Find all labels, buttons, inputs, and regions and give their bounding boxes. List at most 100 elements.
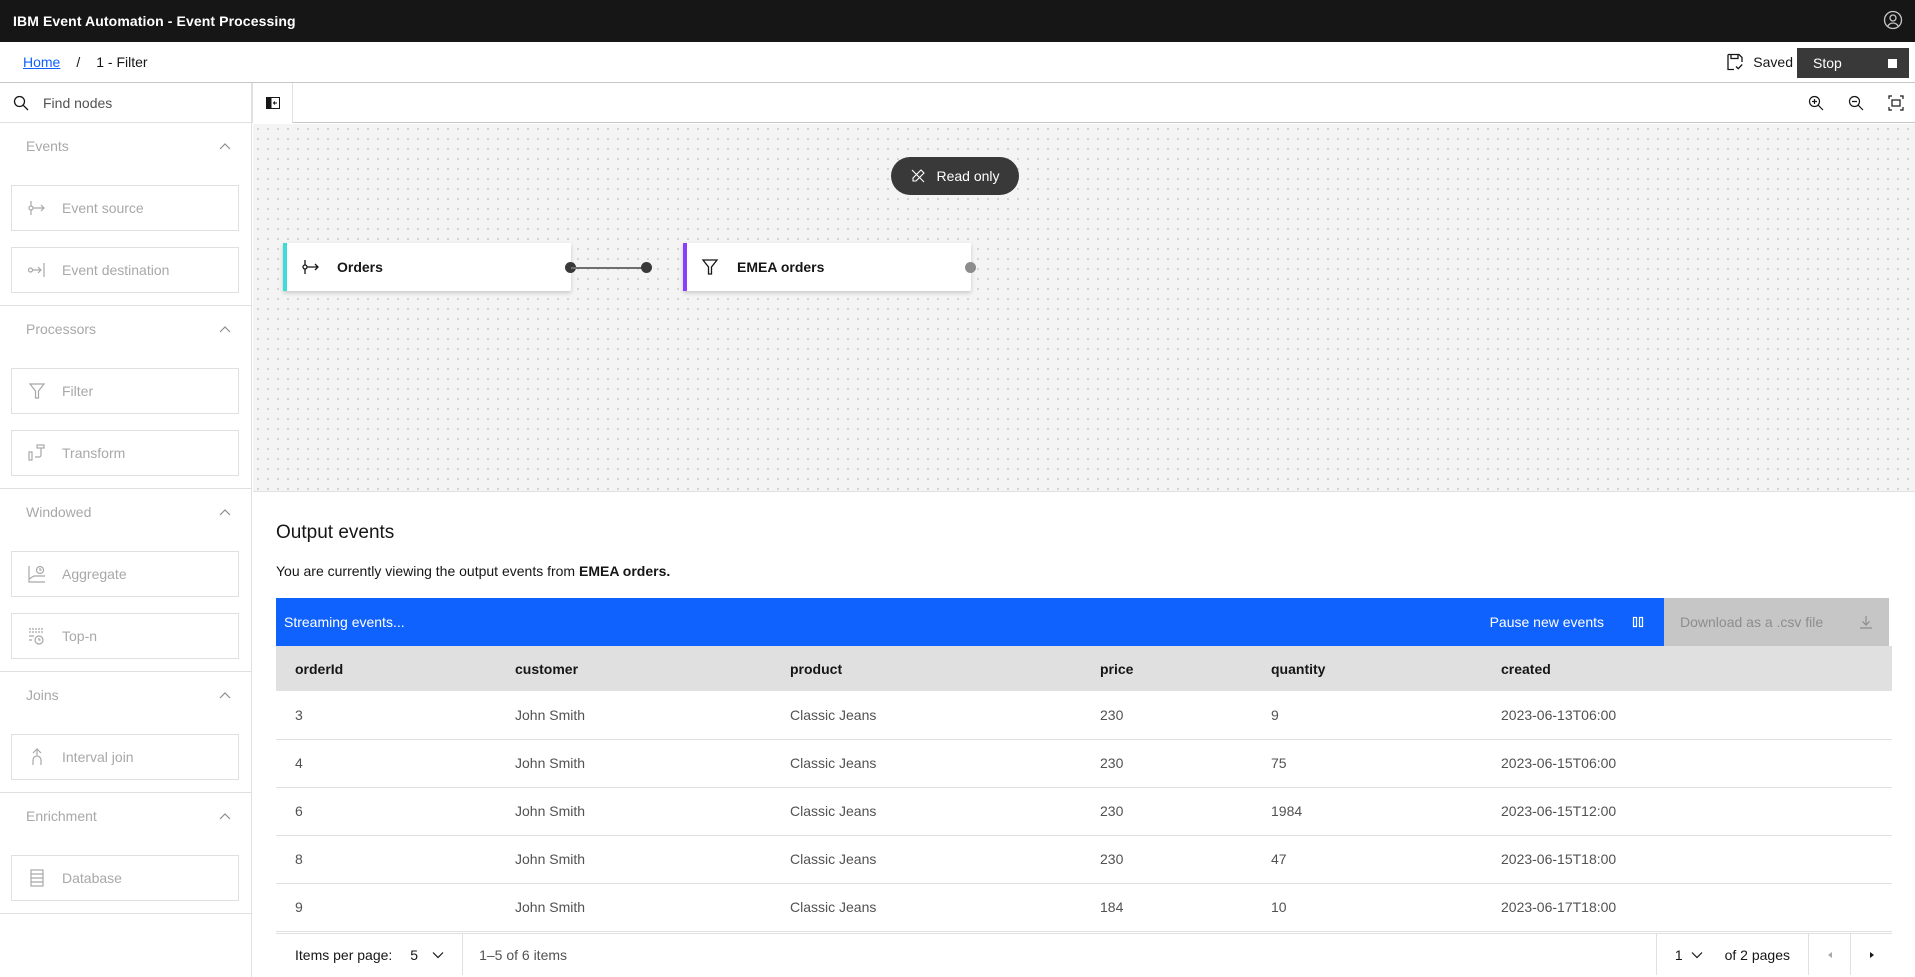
palette-item-label: Interval join (62, 749, 134, 765)
column-header[interactable]: created (1482, 646, 1892, 691)
page-select[interactable]: 1 (1675, 947, 1703, 963)
section-header-enrichment[interactable]: Enrichment (0, 793, 251, 839)
palette-section-processors: Processors Filter Transform (0, 306, 251, 489)
flow-canvas[interactable]: Read only Orders EMEA orders (253, 124, 1915, 492)
canvas-node-emea-orders[interactable]: EMEA orders (683, 243, 971, 291)
table-cell-quantity: 47 (1252, 835, 1482, 884)
download-csv-button[interactable]: Download as a .csv file (1664, 598, 1889, 646)
table-cell-price: 230 (1081, 739, 1252, 788)
chevron-down-icon[interactable] (432, 951, 444, 959)
stop-flow-button[interactable]: Stop (1797, 48, 1909, 78)
table-row[interactable]: 8 John Smith Classic Jeans 230 47 2023-06-15T… (276, 835, 1892, 884)
palette-item-database[interactable]: Database (11, 855, 239, 901)
stop-icon (1888, 58, 1897, 68)
pause-icon (1632, 616, 1644, 628)
palette-section-windowed: Windowed Aggregate Top-n (0, 489, 251, 672)
table-row[interactable]: 4 John Smith Classic Jeans 230 75 2023-06-15T… (276, 739, 1892, 788)
zoom-controls (1805, 92, 1907, 114)
section-title: Joins (26, 687, 59, 703)
breadcrumb-separator: / (76, 54, 81, 70)
download-icon (1860, 616, 1872, 629)
palette-item-aggregate[interactable]: Aggregate (11, 551, 239, 597)
next-page-button[interactable] (1850, 934, 1892, 975)
output-events-table: orderId customer product price quantity … (276, 646, 1892, 932)
read-only-label: Read only (936, 168, 1000, 184)
palette-section-events: Events Event source Event destination (0, 123, 251, 306)
page-selector: 1 of 2 pages (1655, 934, 1808, 975)
table-cell-orderid: 6 (276, 787, 496, 836)
filter-icon (26, 380, 48, 402)
chevron-up-icon (219, 813, 231, 820)
chevron-up-icon (219, 326, 231, 333)
caret-left-icon (1827, 951, 1832, 958)
output-port[interactable] (965, 262, 976, 273)
find-nodes-input[interactable] (43, 94, 223, 111)
palette-item-interval-join[interactable]: Interval join (11, 734, 239, 780)
saved-icon (1727, 53, 1743, 71)
section-header-processors[interactable]: Processors (0, 306, 251, 352)
pause-label: Pause new events (1489, 614, 1604, 630)
fit-to-screen-icon[interactable] (1885, 92, 1907, 114)
table-cell-created: 2023-06-15T06:00 (1482, 739, 1892, 788)
output-title: Output events (276, 522, 395, 543)
column-header[interactable]: orderId (276, 646, 496, 691)
table-cell-created: 2023-06-15T12:00 (1482, 787, 1892, 836)
palette-item-event-destination[interactable]: Event destination (11, 247, 239, 293)
pause-new-events-button[interactable]: Pause new events (1474, 598, 1664, 646)
palette-section-enrichment: Enrichment Database (0, 793, 251, 914)
table-cell-quantity: 10 (1252, 883, 1482, 932)
connection-edge[interactable] (571, 267, 647, 269)
table-row[interactable]: 6 John Smith Classic Jeans 230 1984 2023-06-1… (276, 787, 1892, 836)
item-range-text: 1–5 of 6 items (479, 946, 568, 963)
chevron-up-icon (219, 692, 231, 699)
saved-label: Saved (1753, 54, 1793, 70)
section-header-joins[interactable]: Joins (0, 672, 251, 718)
table-cell-quantity: 9 (1252, 691, 1482, 740)
column-header[interactable]: product (771, 646, 1081, 691)
app-header: IBM Event Automation - Event Processing (0, 0, 1915, 42)
previous-page-button[interactable] (1808, 934, 1850, 975)
section-title: Enrichment (26, 808, 97, 824)
palette-item-top-n[interactable]: Top-n (11, 613, 239, 659)
input-port[interactable] (641, 262, 652, 273)
aggregate-icon (26, 563, 48, 585)
breadcrumb: Home / 1 - Filter (23, 54, 148, 70)
chevron-up-icon (219, 509, 231, 516)
output-description: You are currently viewing the output eve… (276, 563, 670, 579)
table-cell-product: Classic Jeans (771, 739, 1081, 788)
node-accent-bar (683, 243, 687, 291)
user-avatar-icon[interactable] (1883, 10, 1903, 30)
items-per-page-select[interactable]: 5 (410, 947, 418, 963)
column-header[interactable]: price (1081, 646, 1252, 691)
column-header[interactable]: customer (496, 646, 771, 691)
table-cell-product: Classic Jeans (771, 787, 1081, 836)
table-cell-quantity: 75 (1252, 739, 1482, 788)
table-header-row: orderId customer product price quantity … (276, 646, 1892, 691)
collapse-palette-button[interactable] (252, 83, 293, 123)
section-header-windowed[interactable]: Windowed (0, 489, 251, 535)
table-cell-price: 230 (1081, 835, 1252, 884)
zoom-in-icon[interactable] (1805, 92, 1827, 114)
output-events-panel: Output events You are currently viewing … (253, 493, 1915, 977)
table-row[interactable]: 3 John Smith Classic Jeans 230 9 2023-06-13T0… (276, 691, 1892, 740)
palette-item-transform[interactable]: Transform (11, 430, 239, 476)
desc-prefix: You are currently viewing the output eve… (276, 563, 579, 579)
column-header[interactable]: quantity (1252, 646, 1482, 691)
canvas-node-orders[interactable]: Orders (283, 243, 571, 291)
breadcrumb-home-link[interactable]: Home (23, 54, 60, 70)
section-header-events[interactable]: Events (0, 123, 251, 169)
palette-item-event-source[interactable]: Event source (11, 185, 239, 231)
zoom-out-icon[interactable] (1845, 92, 1867, 114)
table-cell-product: Classic Jeans (771, 883, 1081, 932)
read-only-badge: Read only (891, 157, 1019, 195)
interval-join-icon (26, 746, 48, 768)
section-title: Windowed (26, 504, 92, 520)
palette-item-filter[interactable]: Filter (11, 368, 239, 414)
table-row[interactable]: 9 John Smith Classic Jeans 184 10 2023-06-17T… (276, 883, 1892, 932)
filter-icon (701, 258, 721, 276)
table-cell-created: 2023-06-13T06:00 (1482, 691, 1892, 740)
palette-section-joins: Joins Interval join (0, 672, 251, 793)
section-title: Events (26, 138, 69, 154)
edit-off-icon (912, 169, 926, 183)
table-cell-customer: John Smith (496, 787, 771, 836)
